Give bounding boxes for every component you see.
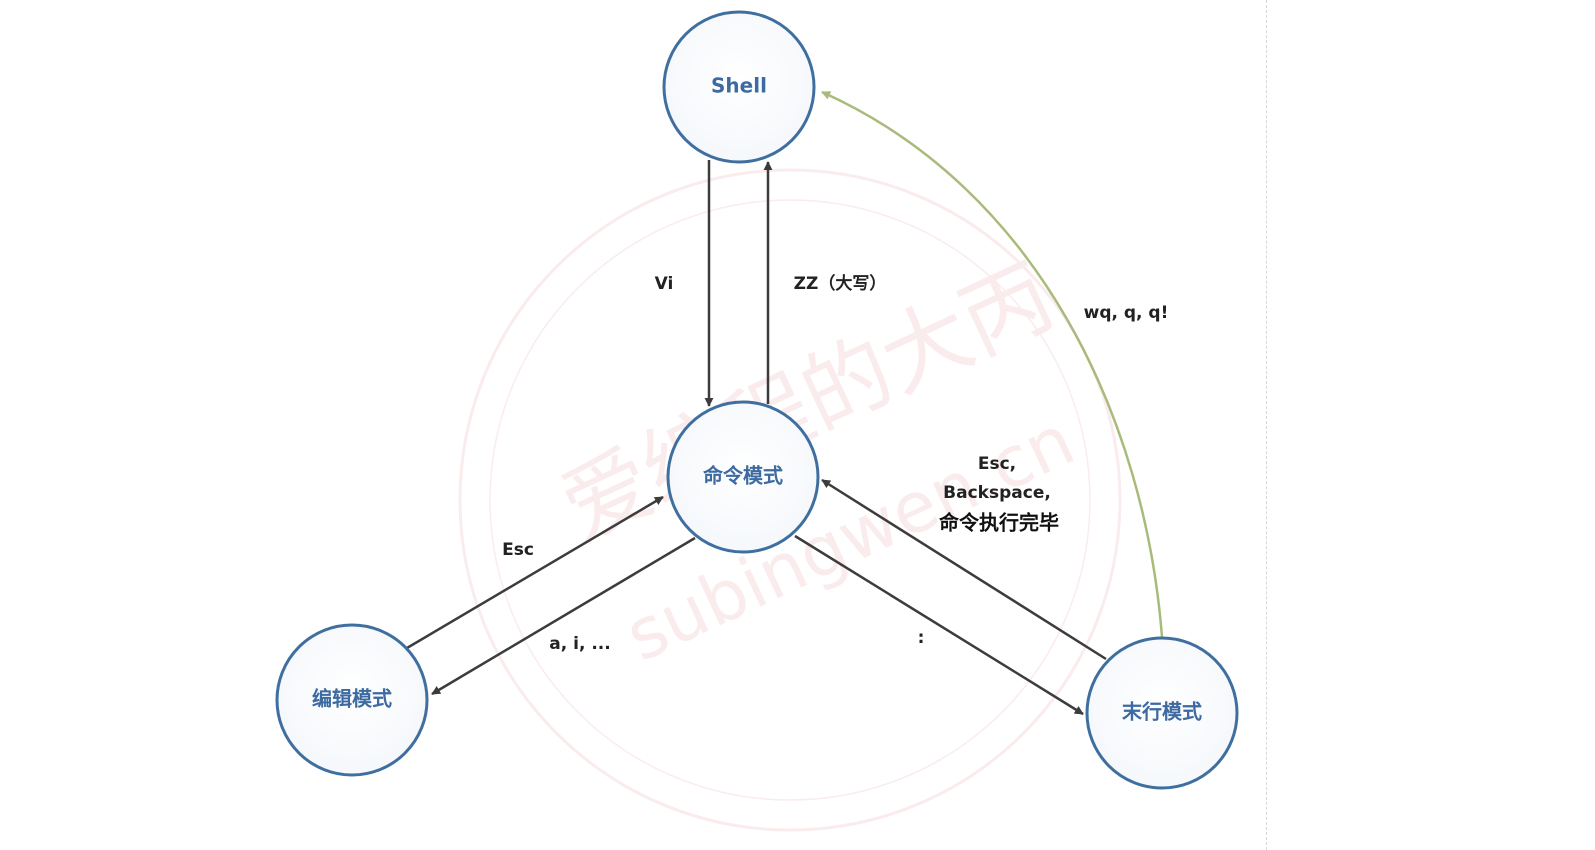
node-shell-label: Shell [711, 74, 767, 98]
vi-mode-diagram: 爱编程的大丙 subingwen.cn Shell 命令模式 编辑模式 末行模式… [275, 10, 1239, 832]
page-divider [1266, 0, 1267, 850]
label-esc: Esc [502, 540, 534, 560]
node-shell: Shell [662, 10, 816, 164]
label-insert: a, i, ... [549, 634, 610, 654]
label-quit: wq, q, q! [1084, 303, 1169, 323]
node-lastline-mode: 末行模式 [1085, 636, 1239, 790]
label-zz: ZZ（大写） [794, 273, 887, 294]
label-back-line2: Backspace, [943, 483, 1051, 503]
node-edit-mode: 编辑模式 [275, 623, 429, 777]
node-edit-mode-label: 编辑模式 [312, 687, 392, 711]
node-command-mode-label: 命令模式 [703, 464, 783, 488]
label-back-line3: 命令执行完毕 [939, 511, 1059, 535]
node-command-mode: 命令模式 [666, 400, 820, 554]
label-back-line1: Esc, [978, 454, 1016, 474]
label-colon: : [918, 628, 925, 648]
label-vi: Vi [655, 274, 674, 294]
node-lastline-mode-label: 末行模式 [1122, 700, 1202, 724]
edge-colon [794, 534, 1084, 716]
